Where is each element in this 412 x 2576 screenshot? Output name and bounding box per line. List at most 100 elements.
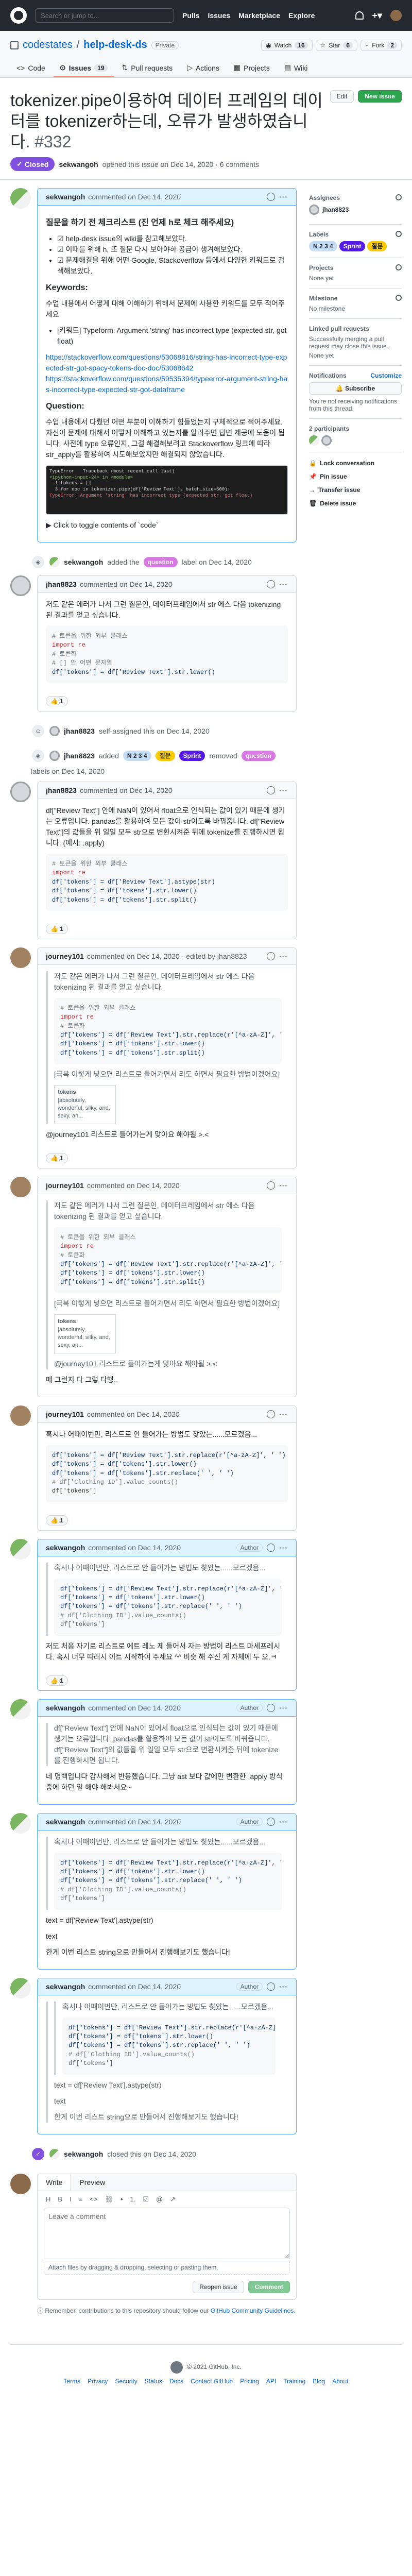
user-avatar[interactable] xyxy=(390,10,402,21)
footer-link[interactable]: Terms xyxy=(63,2378,80,2385)
labels-header[interactable]: Labels xyxy=(309,231,402,238)
label-sprint[interactable]: Sprint xyxy=(339,241,366,251)
thumbs-up-reaction[interactable]: 👍 1 xyxy=(46,1675,68,1686)
footer-link[interactable]: Privacy xyxy=(88,2378,108,2385)
tab-preview[interactable]: Preview xyxy=(71,2174,113,2191)
footer-link[interactable]: About xyxy=(332,2378,348,2385)
checkbox-icon[interactable]: ☑ xyxy=(57,245,65,253)
reference-link[interactable]: https://stackoverflow.com/questions/5953… xyxy=(46,375,287,394)
tab-write[interactable]: Write xyxy=(38,2174,72,2191)
avatar[interactable] xyxy=(10,1176,31,1197)
label-question[interactable]: question xyxy=(143,557,178,567)
add-reaction-icon[interactable] xyxy=(267,1543,275,1552)
more-options-icon[interactable]: ··· xyxy=(279,1982,288,1991)
watch-button[interactable]: ◉ Watch 16 xyxy=(261,39,313,51)
nav-marketplace[interactable]: Marketplace xyxy=(238,11,280,20)
label-question-ko[interactable]: 질문 xyxy=(367,241,387,251)
comment-date[interactable]: commented on Dec 14, 2020 xyxy=(88,1982,181,1991)
projects-header[interactable]: Projects xyxy=(309,264,402,272)
comment-author[interactable]: jhan8823 xyxy=(46,786,77,794)
footer-link[interactable]: Blog xyxy=(313,2378,325,2385)
comment-author[interactable]: sekwangoh xyxy=(46,1982,85,1991)
milestone-header[interactable]: Milestone xyxy=(309,295,402,302)
code-icon[interactable]: <> xyxy=(90,2195,97,2204)
event-actor[interactable]: jhan8823 xyxy=(64,752,95,760)
comment-date[interactable]: commented on Dec 14, 2020 xyxy=(87,1410,180,1418)
gear-icon[interactable] xyxy=(396,264,402,270)
create-new-icon[interactable]: +▾ xyxy=(372,10,382,21)
add-reaction-icon[interactable] xyxy=(267,580,275,588)
notification-bell-icon[interactable] xyxy=(355,11,364,20)
add-reaction-icon[interactable] xyxy=(267,1410,275,1418)
tab-wiki[interactable]: ▤ Wiki xyxy=(278,59,314,77)
label-question[interactable]: question xyxy=(241,750,276,761)
avatar[interactable] xyxy=(49,750,60,761)
add-reaction-icon[interactable] xyxy=(267,1982,275,1991)
more-options-icon[interactable]: ··· xyxy=(279,193,288,201)
tab-pull-requests[interactable]: ⇅ Pull requests xyxy=(116,59,179,77)
avatar[interactable] xyxy=(10,947,31,968)
label-n234[interactable]: N 2 3 4 xyxy=(123,750,151,761)
tab-actions[interactable]: ▷ Actions xyxy=(181,59,226,77)
avatar[interactable] xyxy=(10,188,31,209)
thumbs-up-reaction[interactable]: 👍 1 xyxy=(46,696,68,706)
mention-icon[interactable]: @ xyxy=(156,2195,163,2204)
bold-icon[interactable]: B xyxy=(58,2195,62,2204)
attach-files-area[interactable]: Attach files by dragging & dropping, sel… xyxy=(44,2260,290,2275)
avatar[interactable] xyxy=(10,1977,31,1998)
task-list-icon[interactable]: ☑ xyxy=(143,2195,149,2204)
comment-date[interactable]: commented on Dec 14, 2020 xyxy=(88,1818,181,1826)
comment-date[interactable]: commented on Dec 14, 2020 xyxy=(88,193,181,201)
subscribe-button[interactable]: 🔔 Subscribe xyxy=(309,382,402,395)
avatar[interactable] xyxy=(10,1538,31,1560)
avatar[interactable] xyxy=(10,1699,31,1720)
assignee-row[interactable]: jhan8823 xyxy=(309,205,402,215)
issue-author[interactable]: sekwangoh xyxy=(59,160,98,168)
add-reaction-icon[interactable] xyxy=(267,1703,275,1712)
heading-icon[interactable]: H xyxy=(46,2195,50,2204)
checkbox-icon[interactable]: ☑ xyxy=(57,234,65,243)
repo-name-link[interactable]: help-desk-ds xyxy=(83,39,147,51)
italic-icon[interactable]: I xyxy=(70,2195,72,2204)
thumbs-up-reaction[interactable]: 👍 1 xyxy=(46,1515,68,1526)
comment-date[interactable]: commented on Dec 14, 2020 xyxy=(88,1704,181,1712)
comment-textarea[interactable] xyxy=(44,2207,290,2259)
event-actor[interactable]: sekwangoh xyxy=(64,558,103,566)
comment-date[interactable]: commented on Dec 14, 2020 xyxy=(87,1181,180,1190)
reopen-issue-button[interactable]: Reopen issue xyxy=(193,2280,244,2293)
comment-author[interactable]: journey101 xyxy=(46,1410,84,1418)
footer-link[interactable]: Security xyxy=(115,2378,137,2385)
new-issue-button[interactable]: New issue xyxy=(358,90,402,103)
assignees-header[interactable]: Assignees xyxy=(309,194,402,201)
more-options-icon[interactable]: ··· xyxy=(279,1410,288,1418)
reference-icon[interactable]: ↗ xyxy=(170,2195,176,2204)
label-sprint[interactable]: Sprint xyxy=(179,750,205,761)
comment-date[interactable]: commented on Dec 14, 2020 xyxy=(80,786,173,794)
avatar[interactable] xyxy=(309,435,319,446)
comment-author[interactable]: journey101 xyxy=(46,952,84,960)
gear-icon[interactable] xyxy=(396,295,402,301)
avatar[interactable] xyxy=(10,1405,31,1426)
comment-author[interactable]: sekwangoh xyxy=(46,1818,85,1826)
comment-author[interactable]: jhan8823 xyxy=(46,580,77,588)
details-toggle[interactable]: ▶ Click to toggle contents of `code` xyxy=(46,520,288,531)
repo-owner-link[interactable]: codestates xyxy=(23,39,73,51)
community-guidelines-link[interactable]: GitHub Community Guidelines. xyxy=(211,2307,296,2314)
more-options-icon[interactable]: ··· xyxy=(279,952,288,960)
checkbox-icon[interactable]: ☑ xyxy=(57,256,65,264)
bullet-list-icon[interactable]: • xyxy=(121,2195,123,2204)
fork-button[interactable]: ⑂ Fork 2 xyxy=(360,39,402,51)
footer-link[interactable]: API xyxy=(266,2378,276,2385)
quote-icon[interactable]: ≡ xyxy=(79,2195,83,2204)
comment-date[interactable]: commented on Dec 14, 2020 xyxy=(80,580,173,588)
event-actor[interactable]: sekwangoh xyxy=(64,2150,103,2158)
customize-link[interactable]: Customize xyxy=(370,372,402,379)
footer-link[interactable]: Docs xyxy=(169,2378,183,2385)
avatar[interactable] xyxy=(321,435,332,446)
comment-date[interactable]: commented on Dec 14, 2020 · edited by jh… xyxy=(87,952,247,960)
linked-prs-header[interactable]: Linked pull requests xyxy=(309,325,402,332)
comment-author[interactable]: sekwangoh xyxy=(46,1704,85,1712)
avatar[interactable] xyxy=(49,725,60,736)
event-actor[interactable]: jhan8823 xyxy=(64,727,95,735)
footer-link[interactable]: Status xyxy=(145,2378,162,2385)
